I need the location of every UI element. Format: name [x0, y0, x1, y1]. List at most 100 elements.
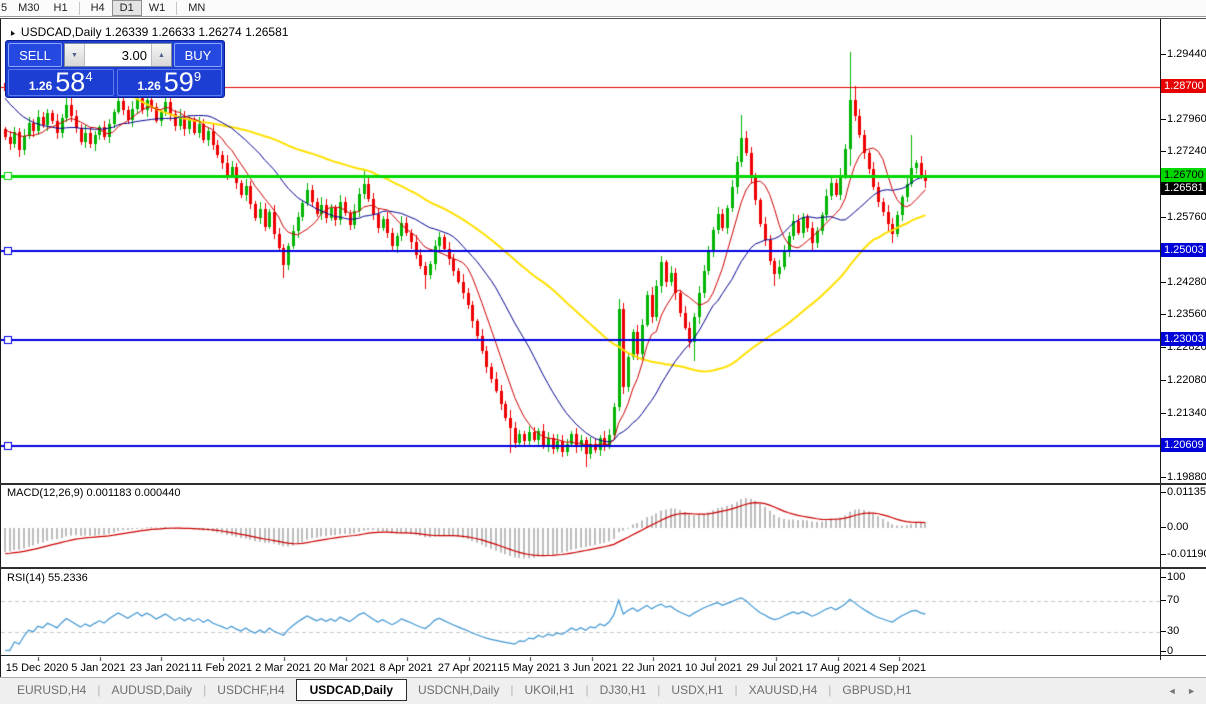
macd-axis-label: 0.01135 — [1167, 486, 1206, 498]
macd-axis-label: -0.01190 — [1167, 548, 1206, 560]
price-tick-label: 1.22080 — [1167, 373, 1206, 386]
price-tick-mark — [1161, 412, 1166, 414]
timeframe-button-d1[interactable]: D1 — [111, 0, 142, 16]
date-tick-label: 10 Jul 2021 — [685, 662, 742, 674]
price-tick-label: 1.21340 — [1167, 406, 1206, 419]
price-tick-mark — [1161, 347, 1166, 348]
tab-usdchf-h4[interactable]: USDCHF,H4 — [206, 681, 295, 699]
chart-canvas[interactable] — [1, 20, 1160, 661]
rsi-tick-mark — [1161, 651, 1166, 652]
tab-audusd-daily[interactable]: AUDUSD,Daily — [100, 681, 203, 699]
rsi-pane-separator[interactable] — [0, 567, 1206, 569]
price-tick-mark — [1161, 151, 1166, 153]
sell-price-sup: 4 — [85, 69, 93, 84]
timeframe-button-h1[interactable]: H1 — [47, 1, 75, 16]
date-tick-label: 20 Mar 2021 — [313, 662, 376, 674]
macd-indicator-label: MACD(12,26,9) 0.001183 0.000440 — [7, 487, 181, 499]
tab-dj30-h1[interactable]: DJ30,H1 — [589, 681, 658, 699]
price-tick-label: 1.25760 — [1167, 210, 1206, 223]
support2-price-badge: 1.23003 — [1161, 331, 1206, 346]
timeframe-button-mn[interactable]: MN — [181, 1, 212, 16]
date-tick-label: 17 Aug 2021 — [805, 662, 868, 674]
volume-decrease-icon[interactable]: ▼ — [65, 44, 85, 66]
price-tick-label: 1.27960 — [1167, 113, 1206, 126]
chart-arrow-icon: ▲ — [6, 26, 18, 38]
date-tick-label: 23 Jan 2021 — [129, 662, 191, 674]
rsi-tick-mark — [1161, 600, 1166, 601]
timeframe-button-h4[interactable]: H4 — [84, 1, 112, 16]
price-tick-mark — [1161, 477, 1166, 479]
date-tick-label: 5 Jan 2021 — [71, 662, 126, 674]
chart-header: ▲ USDCAD,Daily 1.26339 1.26633 1.26274 1… — [6, 25, 289, 39]
rsi-indicator-label: RSI(14) 55.2336 — [7, 572, 88, 584]
date-tick-label: 29 Jul 2021 — [746, 662, 804, 674]
tab-scroll-arrows-icon[interactable]: ◄ ► — [1168, 686, 1200, 696]
pivot-price-badge: 1.26700 — [1161, 168, 1206, 182]
chart-window: ▲ USDCAD,Daily 1.26339 1.26633 1.26274 1… — [0, 18, 1206, 678]
timeframe-button-w1[interactable]: W1 — [142, 1, 173, 16]
volume-increase-icon[interactable]: ▲ — [151, 44, 171, 66]
sell-price-display[interactable]: 1.26 58 4 — [8, 69, 114, 96]
trade-panel-prices: 1.26 58 4 1.26 59 9 — [8, 69, 222, 96]
date-axis: 15 Dec 2020 5 Jan 2021 23 Jan 2021 11 Feb 2… — [0, 660, 1160, 677]
current-price-badge: 1.26581 — [1161, 181, 1206, 196]
tab-usdx-h1[interactable]: USDX,H1 — [660, 681, 734, 699]
rsi-tick-mark — [1161, 577, 1166, 578]
buy-button[interactable]: BUY — [174, 43, 222, 67]
date-tick-label: 22 Jun 2021 — [621, 662, 683, 674]
tab-eurusd-h4[interactable]: EURUSD,H4 — [6, 681, 97, 699]
sell-price-prefix: 1.26 — [28, 79, 53, 93]
tab-usdcad-daily[interactable]: USDCAD,Daily — [295, 679, 407, 701]
date-tick-label: 8 Apr 2021 — [379, 662, 433, 674]
tab-gbpusd-h1[interactable]: GBPUSD,H1 — [831, 681, 922, 699]
price-tick-mark — [1161, 119, 1166, 121]
price-tick-mark — [1161, 379, 1166, 381]
buy-price-sup: 9 — [193, 69, 202, 84]
price-tick-label: 1.23560 — [1167, 308, 1206, 321]
timeframe-button-5[interactable]: 5 — [0, 1, 11, 16]
buy-price-display[interactable]: 1.26 59 9 — [116, 67, 222, 97]
sell-price-big: 58 — [55, 67, 86, 97]
price-tick-label: 1.29440 — [1167, 47, 1206, 60]
date-tick-label: 2 Mar 2021 — [255, 662, 311, 674]
date-tick-label: 15 Dec 2020 — [5, 662, 69, 674]
date-tick-label: 4 Sep 2021 — [869, 662, 927, 674]
rsi-axis-label: 70 — [1167, 594, 1180, 606]
volume-input[interactable] — [85, 44, 151, 66]
toolbar-separator — [78, 1, 80, 15]
support3-price-badge: 1.20609 — [1161, 438, 1206, 452]
price-tick-mark — [1161, 216, 1166, 218]
rsi-axis-label: 100 — [1167, 571, 1186, 583]
resistance-price-badge: 1.28700 — [1161, 79, 1206, 94]
rsi-tick-mark — [1161, 631, 1166, 632]
volume-spinner: ▼ ▲ — [64, 43, 172, 67]
price-tick-label: 1.24280 — [1167, 276, 1206, 289]
price-tick-mark — [1161, 53, 1166, 55]
price-tick-mark — [1161, 282, 1166, 284]
rsi-axis-label: 30 — [1167, 625, 1180, 637]
price-tick-label: 1.27240 — [1167, 145, 1206, 158]
macd-tick-mark — [1161, 492, 1166, 493]
macd-pane-separator[interactable] — [0, 483, 1206, 485]
macd-tick-mark — [1161, 554, 1166, 555]
price-axis-gutter: 1.29440 1.27960 1.27240 1.25760 1.24280 1.235… — [1161, 19, 1206, 660]
tab-xauusd-h4[interactable]: XAUUSD,H4 — [738, 681, 829, 699]
timeframe-toolbar: 5 M30 H1 H4 D1 W1 MN — [0, 0, 1206, 17]
symbol-tabbar: EURUSD,H4 | AUDUSD,Daily | USDCHF,H4 USDCAD,D… — [0, 677, 1206, 704]
trading-app-window: 5 M30 H1 H4 D1 W1 MN ▲ USDCAD,Daily 1.26339 1.… — [0, 0, 1206, 704]
date-axis-separator — [0, 655, 1206, 656]
toolbar-separator — [176, 1, 178, 15]
macd-axis-label: 0.00 — [1167, 521, 1189, 533]
buy-price-prefix: 1.26 — [137, 79, 161, 93]
support1-price-badge: 1.25003 — [1161, 243, 1206, 258]
date-tick-label: 3 Jun 2021 — [563, 662, 618, 674]
one-click-trade-panel: SELL ▼ ▲ BUY 1.26 58 4 1.26 59 9 — [5, 40, 225, 98]
buy-price-big: 59 — [163, 67, 194, 97]
tab-ukoil-h1[interactable]: UKOil,H1 — [513, 681, 585, 699]
sell-button[interactable]: SELL — [8, 43, 62, 67]
macd-tick-mark — [1161, 527, 1166, 528]
date-tick-label: 15 May 2021 — [497, 662, 561, 674]
tab-usdcnh-daily[interactable]: USDCNH,Daily — [407, 681, 510, 699]
date-tick-label: 11 Feb 2021 — [191, 662, 252, 674]
timeframe-button-m30[interactable]: M30 — [11, 1, 46, 16]
